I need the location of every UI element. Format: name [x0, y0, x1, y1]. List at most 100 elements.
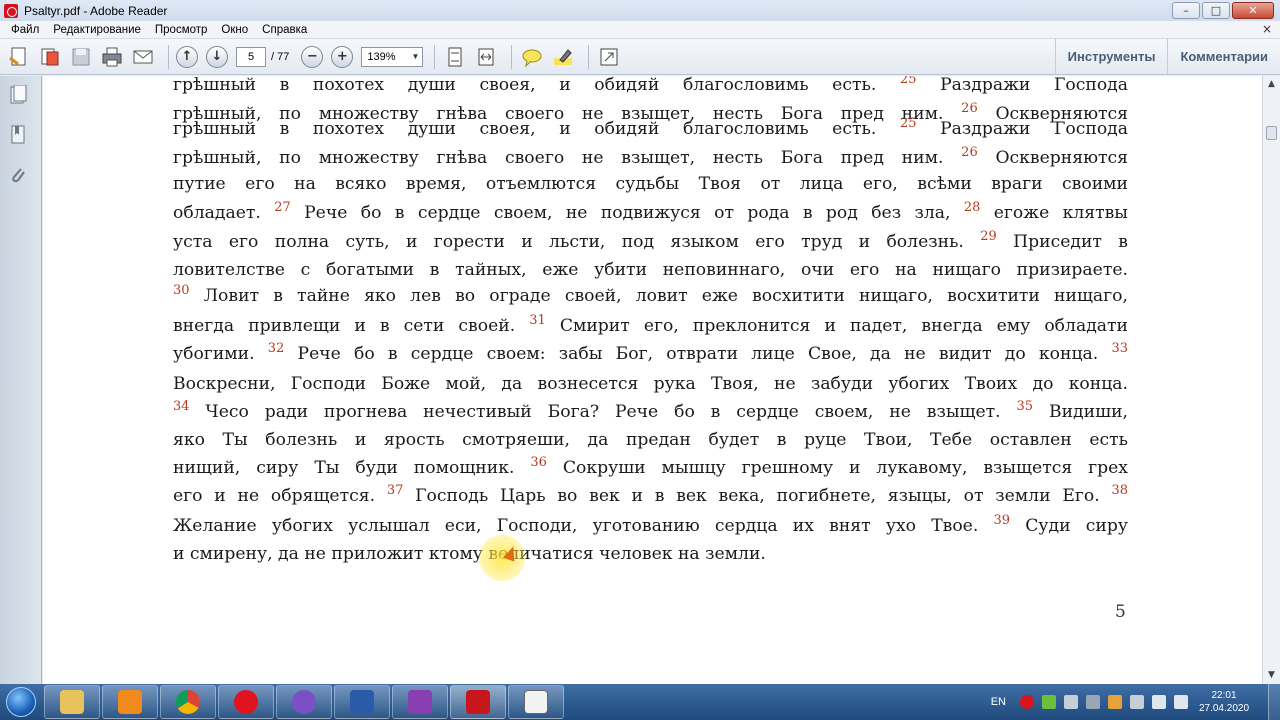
taskbar-viber[interactable]: [276, 685, 332, 719]
verse-number: 27: [274, 201, 291, 215]
tools-pane-button[interactable]: Инструменты: [1054, 39, 1168, 75]
verse-text: его и не обрящется.: [173, 486, 387, 506]
scroll-down-arrow-icon[interactable]: ▼: [1263, 667, 1280, 684]
taskbar-media-player[interactable]: [102, 685, 158, 719]
document-close-icon[interactable]: ×: [1262, 22, 1272, 36]
text-line: ловителстве с богатыми в тайных, еже уби…: [173, 258, 1128, 282]
combine-files-icon[interactable]: [37, 44, 63, 70]
zoom-out-button[interactable]: −: [301, 45, 324, 68]
verse-text: грѣшный, по множеству гнѣва своего не вз…: [173, 148, 962, 168]
expand-icon[interactable]: [596, 44, 622, 70]
usb-tray-icon[interactable]: [1086, 695, 1100, 709]
window-title: Psaltyr.pdf - Adobe Reader: [24, 3, 168, 18]
menu-file[interactable]: Файл: [4, 24, 46, 36]
verse-text: Приседит в: [996, 232, 1128, 252]
menu-edit[interactable]: Редактирование: [46, 24, 148, 36]
updates-tray-icon[interactable]: [1108, 695, 1122, 709]
close-button[interactable]: ✕: [1232, 2, 1274, 19]
taskbar-chrome[interactable]: [160, 685, 216, 719]
text-line: грѣшный, по множеству гнѣва своего не вз…: [173, 146, 1128, 170]
comments-pane-button[interactable]: Комментарии: [1167, 39, 1280, 75]
attachments-icon[interactable]: [8, 164, 28, 186]
chevron-down-icon: ▼: [411, 52, 420, 61]
pages-icon[interactable]: [8, 84, 28, 106]
previous-page-button[interactable]: ↑: [176, 45, 198, 68]
verse-text: нищий, сиру Ты буди помощник.: [173, 458, 531, 478]
opera-tray-icon[interactable]: [1020, 695, 1034, 709]
window-controls: – □ ✕: [1172, 2, 1274, 19]
menu-bar: Файл Редактирование Просмотр Окно Справк…: [0, 21, 1280, 39]
verse-text: Сокруши мышцу грешному и лукавому, взыще…: [546, 458, 1128, 478]
verse-number: 26: [961, 102, 978, 116]
start-button[interactable]: [0, 684, 42, 720]
email-icon[interactable]: [130, 44, 156, 70]
menu-view[interactable]: Просмотр: [148, 24, 215, 36]
verse-number: 38: [1111, 484, 1128, 498]
text-line: его и не обрящется. 37 Господь Царь во в…: [173, 484, 1128, 508]
text-line: и смирену, да не приложит ктому величати…: [173, 542, 1128, 566]
adobe-reader-icon: [4, 3, 18, 18]
text-line: грѣшный в похотех души своея, и обидяй б…: [173, 117, 1128, 141]
taskbar-presentation[interactable]: [392, 685, 448, 719]
adobe-reader-icon: [466, 690, 490, 714]
page-number-input[interactable]: 5: [236, 46, 266, 67]
taskbar-adobe-reader[interactable]: [450, 685, 506, 719]
chrome-icon: [176, 690, 200, 714]
verse-text: грѣшный в похотех души своея, и обидяй б…: [173, 76, 900, 95]
volume-tray-icon[interactable]: [1174, 695, 1188, 709]
zoom-select[interactable]: 139% ▼: [361, 46, 424, 67]
menu-window[interactable]: Окно: [214, 24, 255, 36]
verse-number: 35: [1016, 400, 1034, 414]
battery-tray-icon[interactable]: [1042, 695, 1056, 709]
verse-text: Суди сиру: [1010, 516, 1128, 536]
verse-number: 37: [386, 484, 404, 498]
minimize-button[interactable]: –: [1172, 2, 1200, 19]
verse-number: 33: [1111, 342, 1128, 356]
vertical-scrollbar[interactable]: ▲ ▼: [1262, 76, 1280, 684]
media-player-icon: [118, 690, 142, 714]
verse-text: ловителстве с богатыми в тайных, еже уби…: [173, 260, 1128, 280]
page-total: / 77: [271, 50, 290, 63]
bookmarks-icon[interactable]: [8, 124, 28, 146]
menu-help[interactable]: Справка: [255, 24, 314, 36]
device-tray-icon[interactable]: [1064, 695, 1078, 709]
system-tray: EN 22:01 27.04.2020: [991, 684, 1280, 720]
fit-page-icon[interactable]: [442, 44, 468, 70]
next-page-button[interactable]: ↓: [206, 45, 228, 68]
save-icon[interactable]: [68, 44, 94, 70]
verse-text: Оскверняются: [977, 148, 1128, 168]
show-desktop-button[interactable]: [1268, 684, 1280, 720]
comment-icon[interactable]: [519, 44, 545, 70]
word-icon: [350, 690, 374, 714]
create-pdf-icon[interactable]: [6, 44, 32, 70]
verse-number: 34: [173, 400, 190, 414]
presentation-icon: [408, 690, 432, 714]
toolbar-separator: [588, 44, 590, 69]
page-number-label: 5: [1115, 602, 1126, 622]
scrollbar-thumb[interactable]: [1266, 126, 1277, 140]
network-tray-icon[interactable]: [1152, 695, 1166, 709]
fit-width-icon[interactable]: [473, 44, 499, 70]
taskbar-notepad[interactable]: [508, 685, 564, 719]
viber-icon: [292, 690, 316, 714]
flag-tray-icon[interactable]: [1130, 695, 1144, 709]
title-bar: Psaltyr.pdf - Adobe Reader – □ ✕: [0, 0, 1280, 21]
maximize-button[interactable]: □: [1202, 2, 1230, 19]
clock[interactable]: 22:01 27.04.2020: [1196, 689, 1252, 715]
text-line: уста его полна суть, и горести и льсти, …: [173, 230, 1128, 254]
document-view[interactable]: грѣшный в похотех души своея, и обидяй б…: [43, 76, 1262, 684]
taskbar-word[interactable]: [334, 685, 390, 719]
text-line: яко Ты болезнь и ярость смотряеши, да пр…: [173, 428, 1128, 452]
scroll-up-arrow-icon[interactable]: ▲: [1263, 76, 1280, 93]
language-indicator[interactable]: EN: [991, 696, 1006, 708]
taskbar-opera[interactable]: [218, 685, 274, 719]
verse-text: Раздражи Господа: [916, 76, 1128, 95]
highlight-icon[interactable]: [550, 44, 576, 70]
verse-text: яко Ты болезнь и ярость смотряеши, да пр…: [173, 430, 1128, 450]
print-icon[interactable]: [99, 44, 125, 70]
zoom-in-button[interactable]: +: [331, 45, 354, 68]
text-line: нищий, сиру Ты буди помощник. 36 Сокруши…: [173, 456, 1128, 480]
text-line: грѣшный в похотех души своея, и обидяй б…: [173, 76, 1128, 97]
taskbar-explorer[interactable]: [44, 685, 100, 719]
verse-number: 39: [993, 514, 1011, 528]
